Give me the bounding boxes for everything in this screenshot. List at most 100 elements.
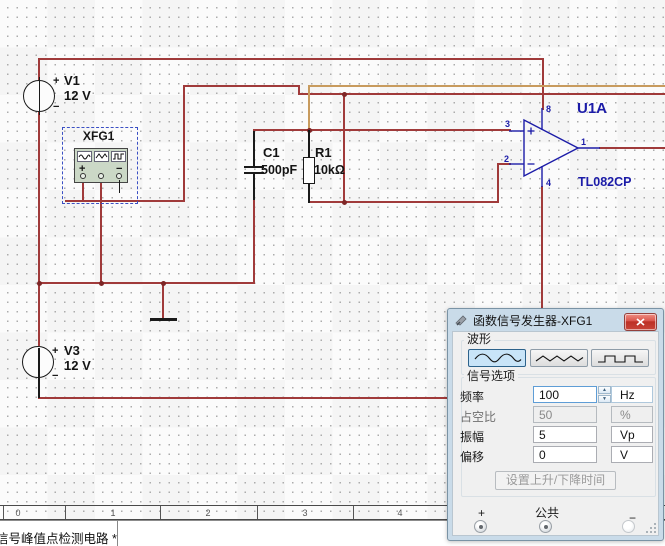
xfg1-common-terminal[interactable] [98,173,104,179]
wire-segment[interactable] [308,85,665,87]
wire-segment[interactable] [162,283,164,318]
spinner-down-icon[interactable]: ▼ [598,395,611,403]
r1-lead [308,130,310,158]
sheet-tab[interactable]: 信号峰值点检测电路 * [0,528,117,546]
junction-dot [99,281,104,286]
wire-segment[interactable] [541,186,543,308]
c1-value[interactable]: 500pF [261,164,297,177]
wire-segment[interactable] [183,85,300,87]
v1-lead [39,77,41,115]
function-generator-dialog: 函数信号发生器-XFG1 波形 [447,308,664,541]
close-icon [636,318,645,326]
amplitude-input[interactable]: 5 [533,426,597,443]
duty-cycle-row: 占空比 50 % [453,406,658,425]
wire-segment[interactable] [38,282,255,284]
v3-value[interactable]: 12 V [64,359,91,372]
ruler-label: 2 [198,508,218,518]
wire-segment[interactable] [253,129,511,131]
wire-segment[interactable] [38,397,448,399]
wire-segment[interactable] [308,85,310,131]
signal-options-label: 信号选项 [464,370,518,383]
function-generator-icon [455,314,468,327]
wire-segment[interactable] [308,201,499,203]
tab-divider [117,521,118,546]
junction-dot [342,200,347,205]
xfg1-triangle-screen [94,151,109,162]
xfg1-refdes[interactable]: XFG1 [83,130,114,143]
ruler-label: 0 [8,508,28,518]
plus-terminal-connector[interactable] [474,520,487,533]
v1-minus-sign: − [53,102,59,113]
u1a-pin4-number: 4 [546,179,551,188]
c1-lead [253,131,255,167]
amplitude-row: 振幅 5 Vp [453,426,658,445]
c1-refdes[interactable]: C1 [263,146,280,159]
r1-lead [308,183,310,203]
u1a-pin3-number: 3 [505,120,510,129]
frequency-row: 频率 100 ▲ ▼ Hz [453,386,658,405]
junction-dot [161,281,166,286]
amplitude-unit: Vp [611,426,653,443]
v1-value[interactable]: 12 V [64,89,91,102]
v1-refdes[interactable]: V1 [64,74,80,87]
u1a-refdes[interactable]: U1A [577,102,607,115]
square-wave-icon [595,352,646,365]
duty-cycle-input: 50 [533,406,597,423]
r1-value[interactable]: 10kΩ [314,164,345,177]
multisim-canvas: + − V1 12 V + − V3 12 V XFG1 + − C1 500p… [0,0,665,546]
xfg1-square-screen [111,151,126,162]
frequency-label: 频率 [460,388,484,405]
v3-refdes[interactable]: V3 [64,344,80,357]
u1a-pin2-number: 2 [504,155,509,164]
offset-row: 偏移 0 V [453,446,658,465]
xfg1-minus-terminal[interactable] [116,173,122,179]
offset-label: 偏移 [460,448,484,465]
c1-lead [253,174,255,200]
v1-plus-sign: + [53,76,59,87]
dialog-title: 函数信号发生器-XFG1 [473,312,592,329]
xfg1-minus-stub [119,180,121,193]
ruler-label: 4 [390,508,410,518]
frequency-unit: Hz [611,386,653,403]
ruler-label: 1 [103,508,123,518]
u1a-pin1-number: 1 [581,138,586,147]
minus-terminal-connector[interactable] [622,520,635,533]
offset-unit: V [611,446,653,463]
dialog-body: 波形 信号选项 频率 100 [452,331,659,536]
plus-terminal-label: + [478,506,485,520]
ground-icon[interactable] [150,318,177,321]
square-wave-button[interactable] [591,349,649,367]
amplitude-label: 振幅 [460,428,484,445]
ruler-label: 3 [295,508,315,518]
wire-segment[interactable] [38,58,544,60]
duty-cycle-unit: % [611,406,653,423]
offset-input[interactable]: 0 [533,446,597,463]
xfg1-sine-screen [77,151,92,162]
frequency-input[interactable]: 100 [533,386,597,403]
wire-segment[interactable] [38,112,40,346]
r1-refdes[interactable]: R1 [315,146,332,159]
sine-wave-button[interactable] [468,349,526,367]
wire-segment[interactable] [343,93,345,203]
common-terminal-connector[interactable] [539,520,552,533]
v3-plus-sign: + [52,346,58,357]
u1a-pin8-number: 8 [546,105,551,114]
sine-wave-icon [472,352,523,365]
resize-grip[interactable] [646,523,656,533]
set-rise-fall-button[interactable]: 设置上升/下降时间 [495,471,616,490]
junction-dot [342,92,347,97]
v3-minus-sign: − [52,371,58,382]
v3-lead [38,348,40,398]
common-terminal-label: 公共 [535,504,559,521]
wire-segment[interactable] [253,197,255,284]
close-button[interactable] [624,313,657,331]
duty-cycle-label: 占空比 [460,408,496,425]
xfg1-plus-terminal[interactable] [80,173,86,179]
triangle-wave-icon [534,352,585,365]
triangle-wave-button[interactable] [530,349,588,367]
junction-dot [37,281,42,286]
spinner-up-icon[interactable]: ▲ [598,386,611,394]
frequency-spinner[interactable]: ▲ ▼ [598,386,611,403]
u1a-part-number[interactable]: TL082CP [578,176,632,189]
wire-segment[interactable] [183,85,185,202]
